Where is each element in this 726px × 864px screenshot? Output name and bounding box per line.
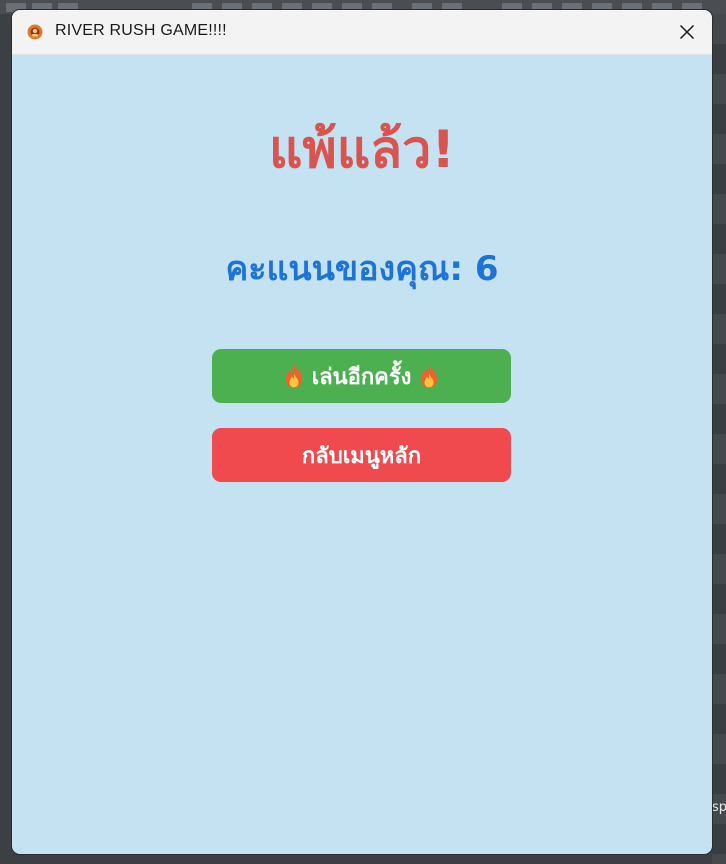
game-window: RIVER RUSH GAME!!!! แพ้แล้ว! คะแนนของคุณ… [12,10,712,854]
background-app-edge [712,14,726,864]
background-edge-text: sp [712,800,726,815]
play-again-label: เล่นอีกครั้ง [311,364,412,390]
score-display: คะแนนของคุณ: 6 [225,249,499,289]
game-over-heading: แพ้แล้ว! [268,120,456,180]
game-icon [27,24,43,40]
close-icon [679,24,695,40]
title-bar[interactable]: RIVER RUSH GAME!!!! [12,10,712,55]
close-button[interactable] [662,10,712,54]
fire-icon [421,364,438,388]
main-menu-button[interactable]: กลับเมนูหลัก [212,428,511,482]
main-menu-label: กลับเมนูหลัก [301,443,422,469]
fire-icon [285,364,302,388]
window-title: RIVER RUSH GAME!!!! [55,22,227,39]
game-over-screen: แพ้แล้ว! คะแนนของคุณ: 6 เล่นอีกครั้ง กลั… [12,55,712,854]
play-again-button[interactable]: เล่นอีกครั้ง [212,349,511,403]
